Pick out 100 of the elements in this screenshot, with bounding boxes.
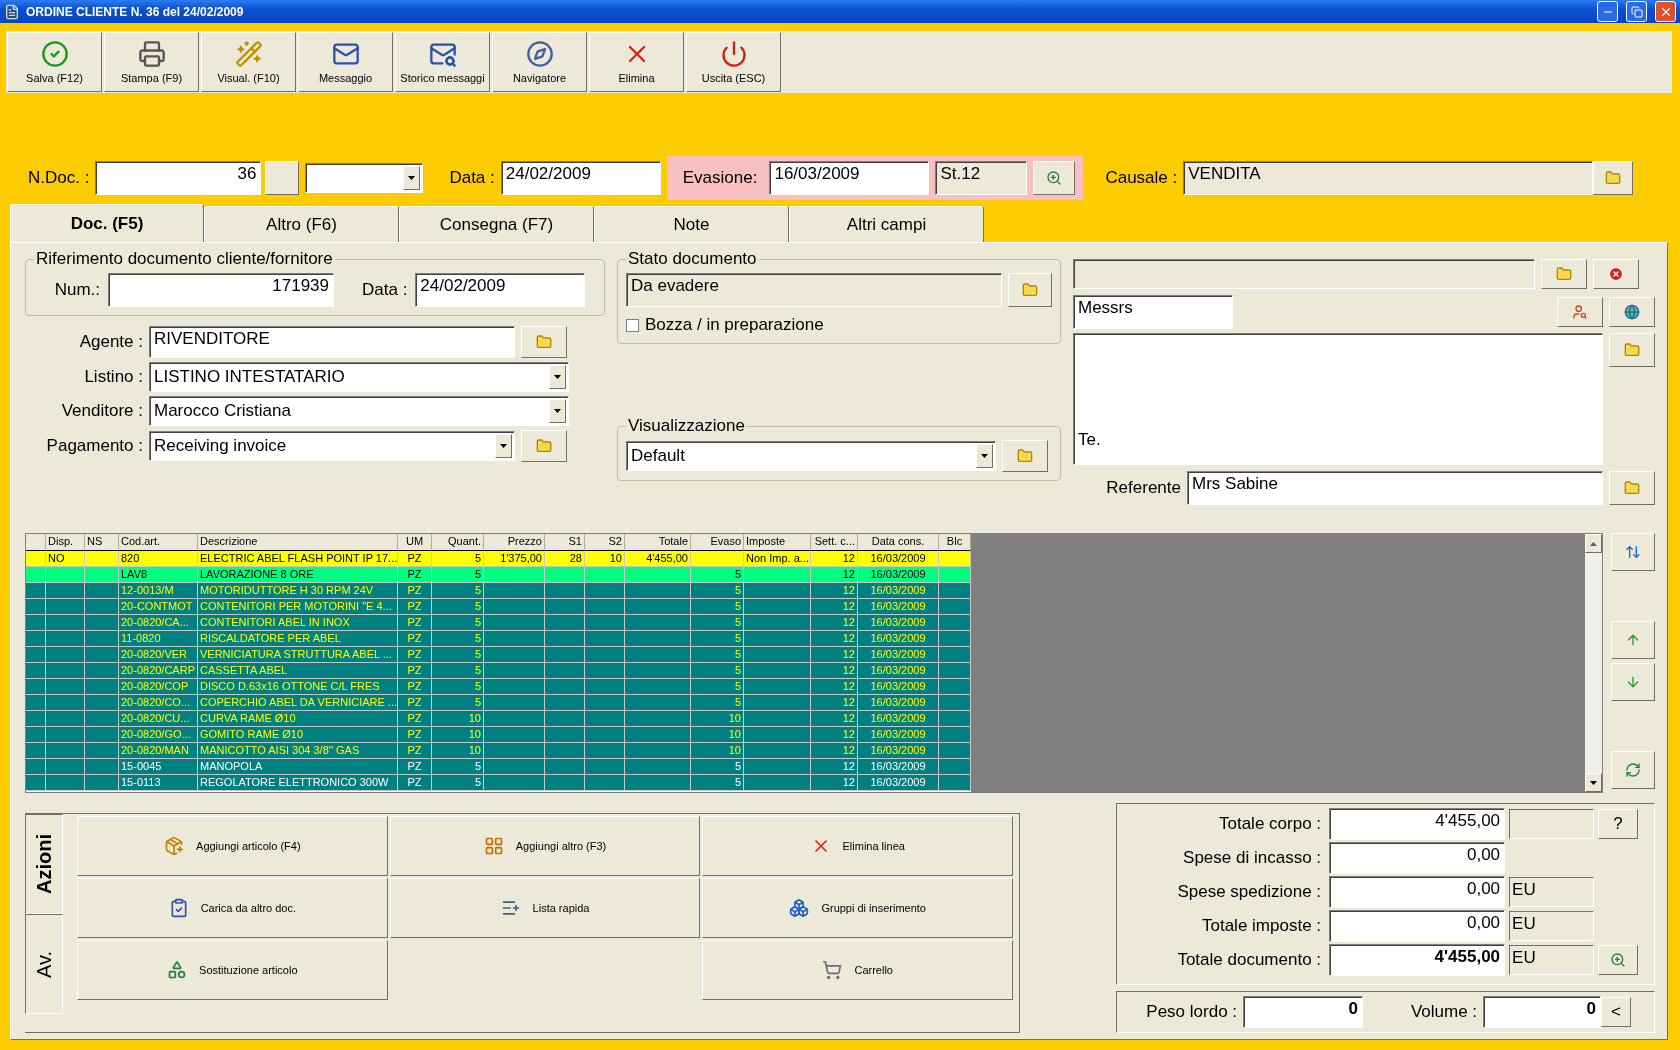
toolbar-button[interactable]: Messaggio [298, 32, 393, 92]
date-field[interactable]: 24/02/2009 [415, 273, 586, 307]
folder-button[interactable] [1002, 440, 1048, 472]
help-button[interactable]: ? [1598, 809, 1639, 839]
collapse-button[interactable]: < [1601, 997, 1632, 1027]
table-cell [744, 743, 811, 759]
toolbar-button[interactable]: Stampa (F9) [104, 32, 199, 92]
row-indicator[interactable] [26, 759, 46, 775]
dropdown-button[interactable] [403, 166, 421, 190]
column-header[interactable]: UM [398, 534, 432, 551]
restore-button[interactable] [1626, 1, 1647, 22]
column-header[interactable]: S2 [585, 534, 625, 551]
dropdown-button[interactable] [495, 434, 512, 458]
row-indicator[interactable] [26, 695, 46, 711]
folder-button[interactable] [1609, 471, 1655, 505]
delivery-date-field[interactable]: 16/03/2009 [769, 161, 930, 195]
column-header[interactable]: Descrizione [198, 534, 398, 551]
combo-box[interactable] [305, 163, 424, 193]
address-field[interactable]: Te. [1073, 333, 1603, 465]
dropdown-button[interactable] [549, 365, 566, 389]
document-number-field[interactable]: 36 [95, 161, 262, 195]
column-header[interactable]: S1 [545, 534, 585, 551]
column-header[interactable]: NS [85, 534, 119, 551]
column-header[interactable]: Prezzo [484, 534, 545, 551]
toolbar-button[interactable]: Elimina [589, 32, 684, 92]
tab[interactable]: Doc. (F5) [10, 204, 204, 242]
number-field[interactable]: 171939 [108, 273, 334, 307]
action-button[interactable]: Carrello [702, 940, 1014, 1000]
row-indicator[interactable] [26, 775, 46, 791]
dropdown-button[interactable] [549, 399, 566, 423]
row-indicator[interactable] [26, 711, 46, 727]
weight-field[interactable]: 0 [1243, 996, 1364, 1028]
close-button[interactable] [1655, 1, 1676, 22]
row-indicator[interactable] [26, 743, 46, 759]
row-indicator[interactable] [26, 583, 46, 599]
column-header[interactable]: Evaso [691, 534, 744, 551]
tab[interactable]: Altro (F6) [204, 206, 399, 242]
move-down-button[interactable] [1611, 663, 1655, 701]
toolbar-button[interactable]: Visual. (F10) [201, 32, 296, 92]
column-header[interactable]: Disp. [46, 534, 85, 551]
action-button[interactable]: Elimina linea [702, 816, 1014, 876]
vertical-tab[interactable]: Av. [25, 914, 63, 1014]
toolbar-button[interactable]: Salva (F12) [7, 32, 102, 92]
sort-button[interactable] [1611, 533, 1655, 571]
action-button[interactable]: Lista rapida [389, 878, 701, 938]
tab[interactable]: Consegna (F7) [399, 206, 594, 242]
globe-button[interactable] [1609, 297, 1655, 327]
column-header[interactable]: Totale [625, 534, 691, 551]
dropdown-button[interactable] [976, 444, 993, 468]
folder-button[interactable] [1008, 273, 1052, 307]
tab[interactable]: Note [594, 206, 789, 242]
toolbar-button[interactable]: Navigatore [492, 32, 587, 92]
row-indicator[interactable] [26, 663, 46, 679]
action-button[interactable]: Aggiungi altro (F3) [389, 816, 701, 876]
toolbar-button[interactable]: Uscita (ESC) [686, 32, 781, 92]
toolbar-button[interactable]: Storico messaggi [395, 32, 490, 92]
weight-field[interactable]: 0 [1483, 996, 1602, 1028]
vertical-scrollbar[interactable] [1585, 534, 1602, 792]
zoom-button[interactable] [1598, 945, 1639, 975]
blank-button[interactable] [265, 161, 300, 195]
combo-box[interactable]: Receiving invoice [149, 431, 515, 461]
combo-box[interactable]: Default [626, 441, 996, 471]
combo-box[interactable]: Marocco Cristiana [149, 396, 569, 426]
action-button[interactable]: Carica da altro doc. [77, 878, 388, 938]
row-indicator[interactable] [26, 631, 46, 647]
action-button[interactable]: Gruppi di inserimento [702, 878, 1014, 938]
action-button[interactable]: Sostituzione articolo [77, 940, 388, 1000]
search-person-button[interactable] [1557, 297, 1603, 327]
folder-button[interactable] [521, 326, 567, 358]
row-indicator[interactable] [26, 615, 46, 631]
column-header[interactable]: Quant. [432, 534, 484, 551]
column-header[interactable]: Blc [939, 534, 971, 551]
column-header[interactable]: Data cons. [858, 534, 939, 551]
folder-button[interactable] [1609, 333, 1655, 367]
text-field[interactable]: RIVENDITORE [149, 326, 515, 358]
column-header[interactable]: Imposte [744, 534, 811, 551]
zoom-button[interactable] [1033, 161, 1076, 195]
minimize-button[interactable] [1597, 1, 1618, 22]
salutation-field[interactable]: Messrs [1073, 295, 1233, 329]
reason-field[interactable]: VENDITA [1183, 161, 1594, 195]
table-cell: 12 [811, 679, 858, 695]
delete-button[interactable] [1593, 259, 1639, 289]
row-indicator[interactable] [26, 599, 46, 615]
column-header[interactable]: Sett. c... [811, 534, 858, 551]
vertical-tab[interactable]: Azioni [25, 814, 63, 914]
action-button[interactable]: Aggiungi articolo (F4) [77, 816, 388, 876]
folder-button[interactable] [1541, 259, 1587, 289]
column-header[interactable]: Cod.art. [119, 534, 198, 551]
tab[interactable]: Altri campi [789, 206, 984, 242]
combo-box[interactable]: LISTINO INTESTATARIO [149, 362, 569, 392]
row-indicator[interactable] [26, 679, 46, 695]
row-indicator[interactable] [26, 727, 46, 743]
row-indicator[interactable] [26, 647, 46, 663]
contact-field[interactable]: Mrs Sabine [1187, 471, 1603, 505]
folder-button[interactable] [1593, 161, 1634, 195]
checkbox[interactable] [626, 318, 639, 332]
folder-button[interactable] [521, 430, 567, 462]
date-field[interactable]: 24/02/2009 [500, 161, 661, 195]
refresh-button[interactable] [1611, 751, 1655, 789]
move-up-button[interactable] [1611, 621, 1655, 659]
